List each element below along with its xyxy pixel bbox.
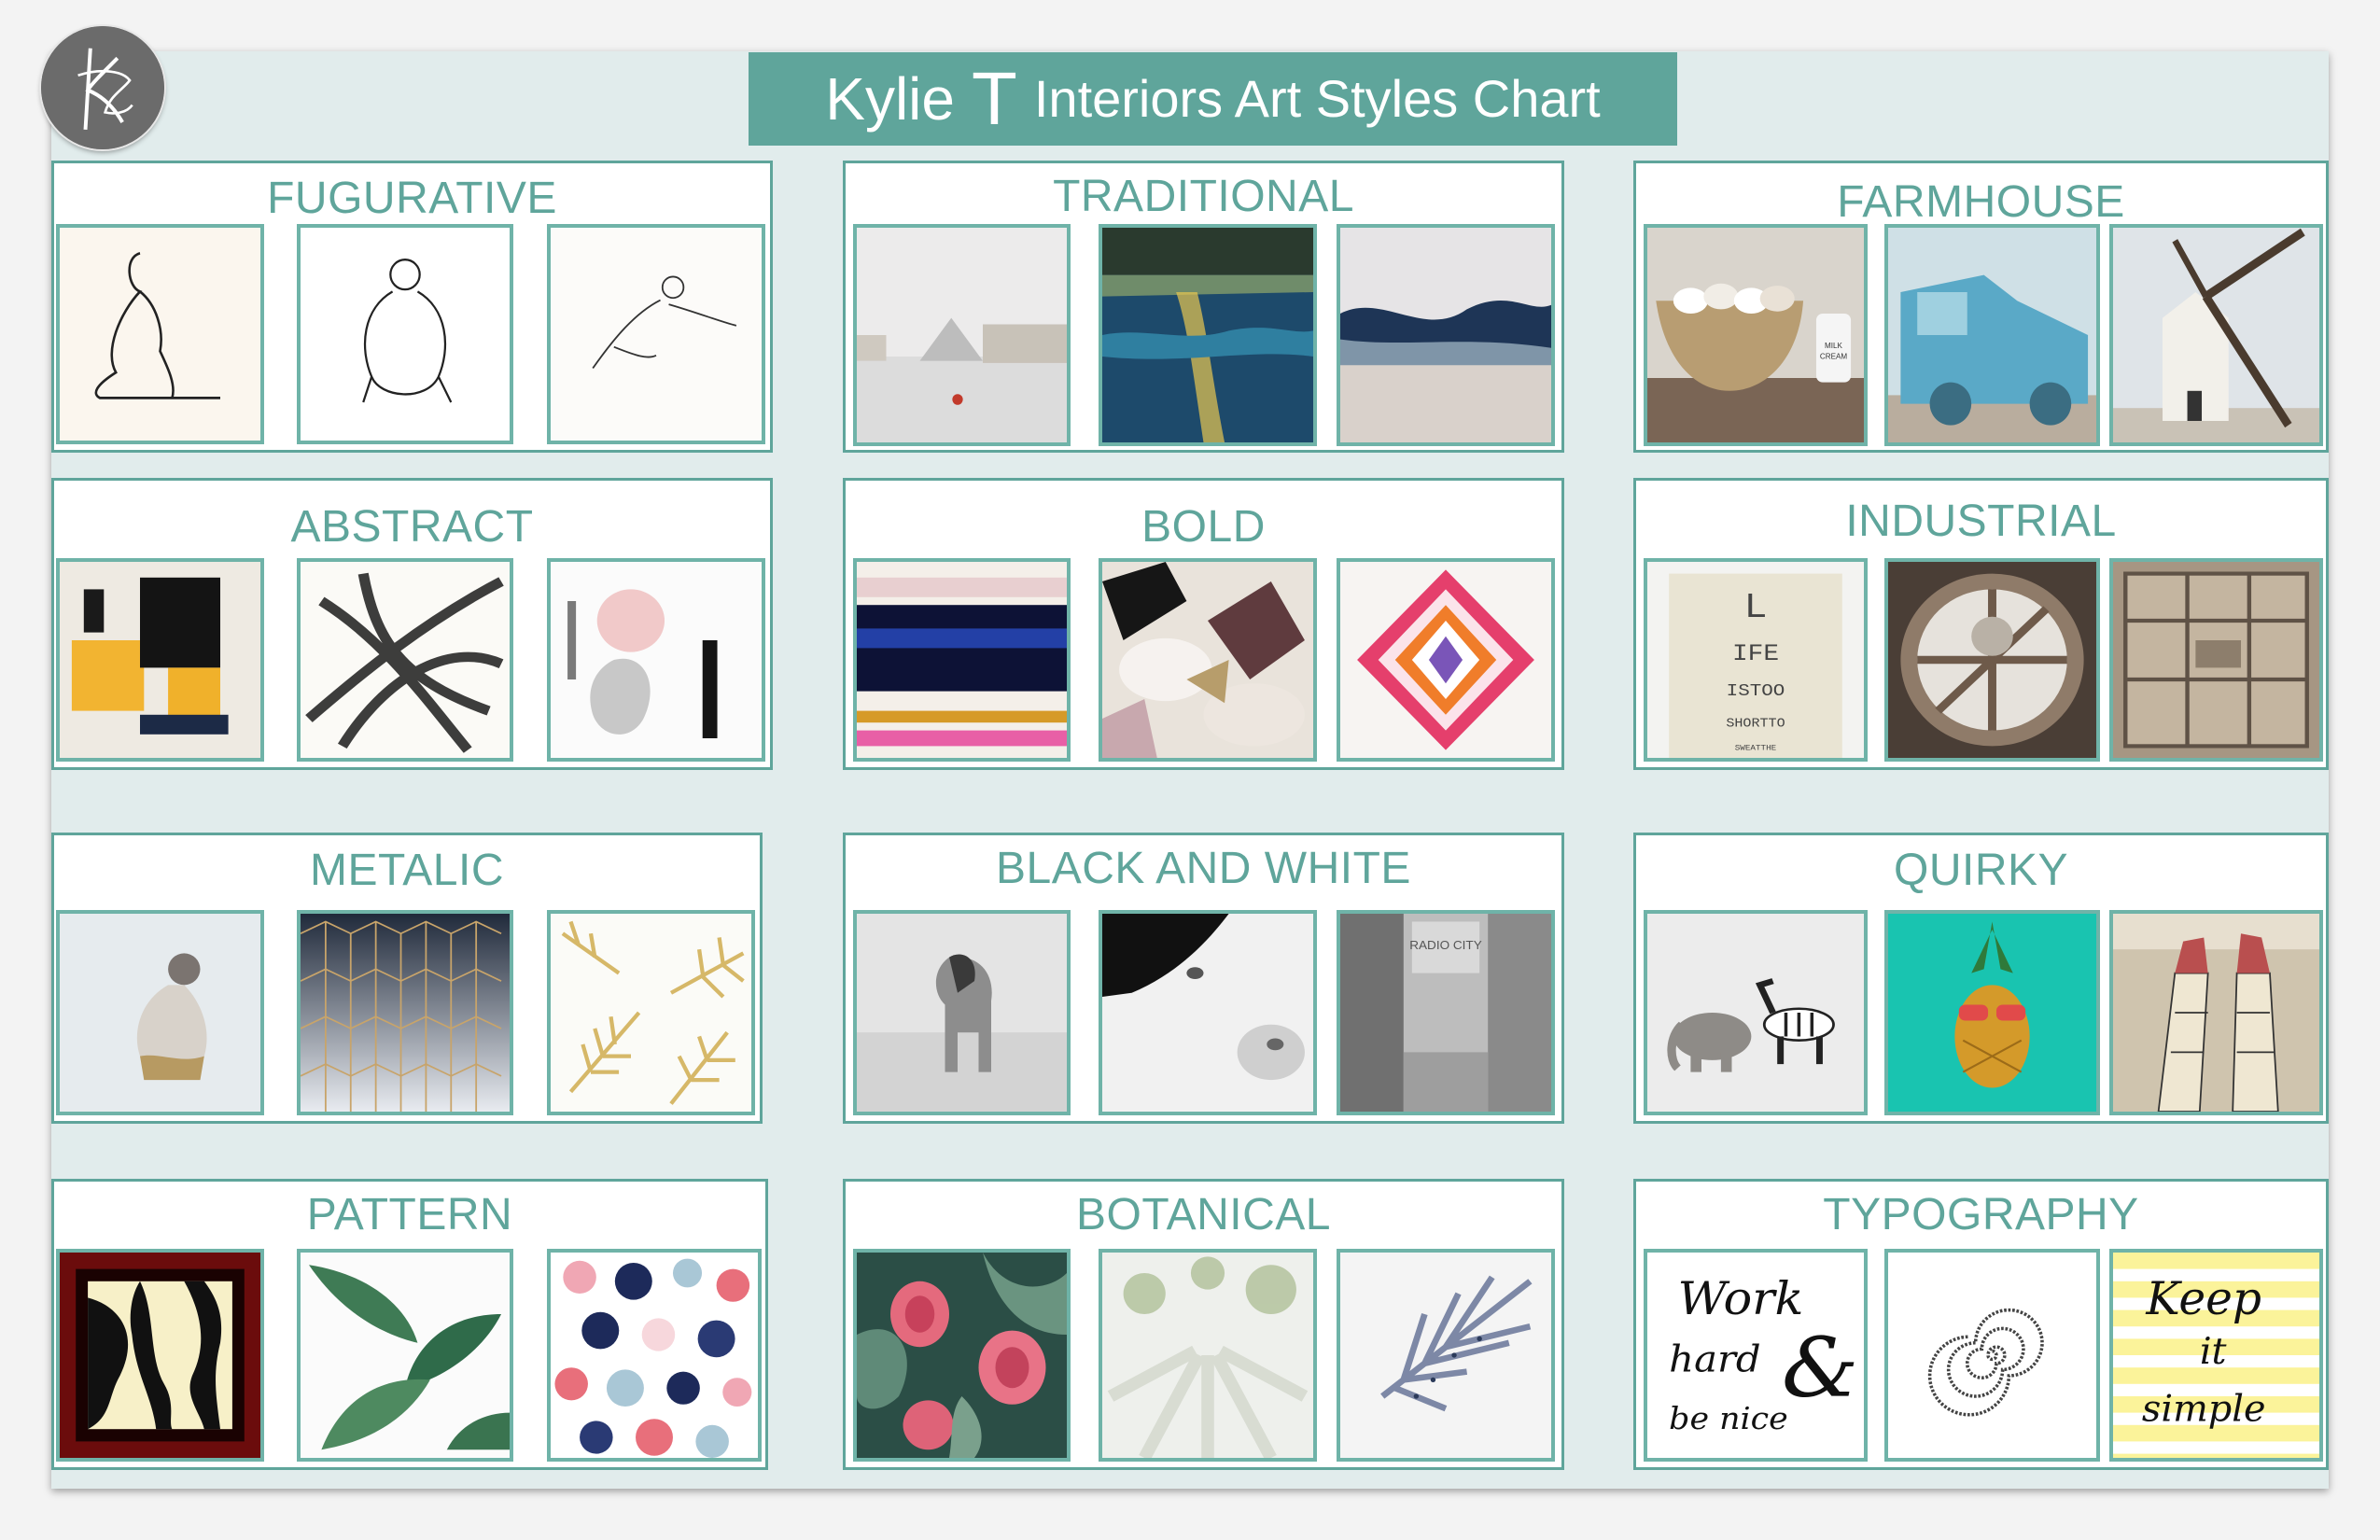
- thumb-city-street-photo[interactable]: RADIO CITY: [1337, 910, 1555, 1115]
- eye-chart-line-2: IFE: [1732, 640, 1779, 666]
- it-text: it: [2200, 1330, 2227, 1373]
- panel-title-industrial: INDUSTRIAL: [1845, 497, 2117, 546]
- panel-title-quirky: QUIRKY: [1893, 846, 2069, 895]
- thumb-blue-truck-photo[interactable]: [1884, 224, 2100, 446]
- thumb-seated-figure-sketch[interactable]: [56, 224, 264, 444]
- panel-title-metalic: METALIC: [310, 846, 504, 895]
- thumb-shipping-container[interactable]: [2109, 558, 2323, 762]
- eye-chart-line-3: ISTOO: [1727, 680, 1785, 701]
- thumb-louvre-pyramid-painting[interactable]: [853, 224, 1071, 446]
- thumb-birch-trees-photo[interactable]: [1099, 1249, 1317, 1462]
- hard-text: hard: [1669, 1337, 1760, 1381]
- thumb-night-water-painting[interactable]: [1099, 224, 1317, 446]
- thumb-spiral-text[interactable]: [1884, 1249, 2100, 1462]
- thumb-geometric-cube-pattern[interactable]: [297, 910, 513, 1115]
- thumb-cow-closeup-photo[interactable]: [1099, 910, 1317, 1115]
- thumb-dot-pattern[interactable]: [547, 1249, 762, 1462]
- thumb-brushstroke-floral[interactable]: [1099, 558, 1317, 762]
- thumb-eye-chart-typography[interactable]: L IFE ISTOO SHORTTO SWEATTHE: [1644, 558, 1868, 762]
- thumb-yellow-black-abstract[interactable]: [56, 558, 264, 762]
- thumb-watercolor-abstract[interactable]: [547, 558, 765, 762]
- eye-chart-line-1: L: [1743, 587, 1767, 627]
- thumb-industrial-fan[interactable]: [1884, 558, 2100, 762]
- thumb-abstract-landscape-painting[interactable]: [1337, 224, 1555, 446]
- ampersand-text: &: [1782, 1321, 1859, 1416]
- be-nice-text: be nice: [1669, 1401, 1788, 1436]
- cream-label: CREAM: [1820, 352, 1848, 360]
- title-brand-t: T: [971, 57, 1017, 140]
- panel-title-bold: BOLD: [1141, 502, 1266, 552]
- panel-title-figurative: FUGURATIVE: [267, 174, 557, 223]
- milk-label: MILK: [1825, 342, 1843, 350]
- simple-text: simple: [2142, 1387, 2266, 1430]
- eye-chart-line-4: SHORTTO: [1726, 717, 1785, 731]
- keep-text: Keep: [2145, 1273, 2261, 1325]
- thumb-agate-pattern[interactable]: [1337, 558, 1555, 762]
- panel-title-traditional: TRADITIONAL: [1053, 172, 1354, 221]
- thumb-protea-print[interactable]: [853, 1249, 1071, 1462]
- chart-title: Kylie T Interiors Art Styles Chart: [749, 52, 1677, 146]
- panel-title-black-and-white: BLACK AND WHITE: [996, 844, 1411, 893]
- panel-title-farmhouse: FARMHOUSE: [1837, 177, 2125, 227]
- thumb-gold-palm-leaves[interactable]: [547, 910, 755, 1115]
- title-subtitle: Interiors Art Styles Chart: [1033, 69, 1601, 128]
- thumb-windmill-photo[interactable]: [2109, 224, 2323, 446]
- thumb-work-hard-be-nice[interactable]: Work hard & be nice: [1644, 1249, 1868, 1462]
- thumb-color-band-painting[interactable]: [853, 558, 1071, 762]
- panel-title-typography: TYPOGRAPHY: [1823, 1190, 2139, 1239]
- eye-chart-line-5: SWEATTHE: [1735, 744, 1777, 752]
- thumb-banana-leaf-print[interactable]: [297, 1249, 513, 1462]
- thumb-zebra-print[interactable]: [56, 1249, 264, 1462]
- thumb-legs-in-boots[interactable]: [2109, 910, 2323, 1115]
- work-text: Work: [1677, 1272, 1803, 1324]
- thumb-gold-figure-painting[interactable]: [56, 910, 264, 1115]
- title-brand-kylie: Kylie: [825, 65, 955, 133]
- thumb-feather-leaf-print[interactable]: [1337, 1249, 1555, 1462]
- panel-title-abstract: ABSTRACT: [290, 502, 534, 552]
- thumb-black-brushstroke-abstract[interactable]: [297, 558, 513, 762]
- thumb-pineapple-sunglasses[interactable]: [1884, 910, 2100, 1115]
- thumb-reclining-figure-sketch[interactable]: [547, 224, 765, 444]
- thumb-eggs-bowl-photo[interactable]: MILK CREAM: [1644, 224, 1868, 446]
- kt-logo: [41, 26, 164, 149]
- thumb-keep-it-simple[interactable]: Keep it simple: [2109, 1249, 2323, 1462]
- radio-city-sign: RADIO CITY: [1409, 939, 1482, 953]
- panel-title-botanical: BOTANICAL: [1076, 1190, 1331, 1239]
- panel-title-pattern: PATTERN: [306, 1190, 513, 1239]
- thumb-elephant-zebra-toys[interactable]: [1644, 910, 1868, 1115]
- thumb-back-figure-sketch[interactable]: [297, 224, 513, 444]
- thumb-horse-photo[interactable]: [853, 910, 1071, 1115]
